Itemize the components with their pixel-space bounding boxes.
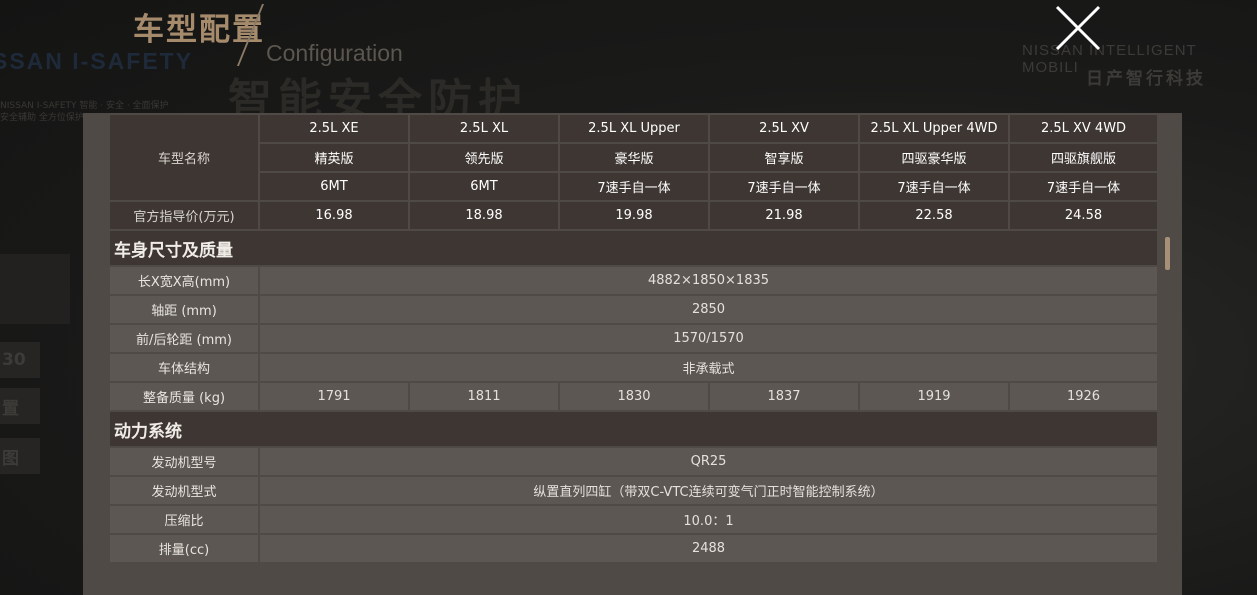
spec-value: 1926 [1008, 381, 1159, 412]
side-button-gallery[interactable]: 图 [0, 438, 40, 474]
model-name-cell: 2.5L XE [258, 113, 410, 144]
brand-logo-cn: 日产智行科技 [1086, 69, 1206, 89]
edition-cell: 四驱豪华版 [858, 142, 1010, 173]
spec-value: 1570/1570 [258, 323, 1159, 354]
spec-table: 车型名称 2.5L XE 2.5L XL 2.5L XL Upper 2.5L … [108, 113, 1159, 564]
transmission-cell: 6MT [258, 171, 410, 202]
transmission-cell: 6MT [408, 171, 560, 202]
spec-value: 1791 [258, 381, 410, 412]
model-name-label: 车型名称 [108, 113, 260, 202]
spec-value: 4882×1850×1835 [258, 265, 1159, 296]
spec-row: 发动机型号 QR25 [108, 446, 1159, 477]
model-name-cell: 2.5L XL Upper [558, 113, 710, 144]
edition-cell: 四驱旗舰版 [1008, 142, 1159, 173]
edition-cell: 豪华版 [558, 142, 710, 173]
spec-label: 整备质量 (kg) [108, 381, 260, 412]
spec-label: 长X宽X高(mm) [108, 265, 260, 296]
spec-label: 排量(cc) [108, 533, 260, 564]
spec-value: 1811 [408, 381, 560, 412]
edition-cell: 智享版 [708, 142, 860, 173]
background-title-en: Configuration [266, 40, 403, 66]
spec-row: 轴距 (mm) 2850 [108, 294, 1159, 325]
edition-row: 精英版 领先版 豪华版 智享版 四驱豪华版 四驱旗舰版 [109, 142, 1159, 173]
section-title-body: 车身尺寸及质量 [108, 229, 1159, 267]
scrollbar-thumb[interactable] [1165, 237, 1170, 270]
spec-value: QR25 [258, 446, 1159, 477]
edition-cell: 精英版 [258, 142, 410, 173]
model-name-cell: 2.5L XV 4WD [1008, 113, 1159, 144]
price-row: 官方指导价(万元) 16.98 18.98 19.98 21.98 22.58 … [108, 200, 1159, 231]
spec-label: 车体结构 [108, 352, 260, 383]
background-safety-text: SSAN I-SAFETY [0, 48, 194, 74]
transmission-cell: 7速手自一体 [1008, 171, 1159, 202]
spec-row: 前/后轮距 (mm) 1570/1570 [108, 323, 1159, 354]
section-header-row: 动力系统 [108, 410, 1159, 448]
side-button-config[interactable]: 置 [0, 388, 40, 424]
transmission-cell: 7速手自一体 [708, 171, 860, 202]
spec-label: 轴距 (mm) [108, 294, 260, 325]
spec-label: 发动机型号 [108, 446, 260, 477]
spec-value: 非承载式 [258, 352, 1159, 383]
model-name-cell: 2.5L XL Upper 4WD [858, 113, 1010, 144]
price-cell: 16.98 [258, 200, 410, 231]
spec-row: 发动机型式 纵置直列四缸（带双C-VTC连续可变气门正时智能控制系统） [108, 475, 1159, 506]
spec-label: 前/后轮距 (mm) [108, 323, 260, 354]
spec-label: 压缩比 [108, 504, 260, 535]
transmission-cell: 7速手自一体 [858, 171, 1010, 202]
price-cell: 19.98 [558, 200, 710, 231]
scrollbar-track[interactable] [1163, 113, 1174, 595]
spec-row: 长X宽X高(mm) 4882×1850×1835 [108, 265, 1159, 296]
spec-label: 发动机型式 [108, 475, 260, 506]
spec-value: 2488 [258, 533, 1159, 564]
spec-modal: 车型名称 2.5L XE 2.5L XL 2.5L XL Upper 2.5L … [83, 113, 1182, 595]
price-cell: 22.58 [858, 200, 1010, 231]
section-header-row: 车身尺寸及质量 [108, 229, 1159, 267]
spec-value: 纵置直列四缸（带双C-VTC连续可变气门正时智能控制系统） [258, 475, 1159, 506]
transmission-cell: 7速手自一体 [558, 171, 710, 202]
spec-row: 压缩比 10.0：1 [108, 504, 1159, 535]
spec-value: 10.0：1 [258, 504, 1159, 535]
close-icon[interactable] [1054, 4, 1102, 52]
small-line: NISSAN I-SAFETY 智能 · 安全 · 全面保护 [0, 101, 169, 111]
spec-value: 2850 [258, 294, 1159, 325]
transmission-row: 6MT 6MT 7速手自一体 7速手自一体 7速手自一体 7速手自一体 [109, 171, 1159, 202]
spec-value: 1919 [858, 381, 1010, 412]
price-cell: 21.98 [708, 200, 860, 231]
spec-row: 车体结构 非承载式 [108, 352, 1159, 383]
background-video-thumbnail [0, 254, 70, 324]
price-label: 官方指导价(万元) [108, 200, 260, 231]
price-cell: 18.98 [408, 200, 560, 231]
price-cell: 24.58 [1008, 200, 1159, 231]
section-title-powertrain: 动力系统 [108, 410, 1159, 448]
model-name-row: 车型名称 2.5L XE 2.5L XL 2.5L XL Upper 2.5L … [108, 113, 1159, 202]
spec-row: 排量(cc) 2488 [108, 533, 1159, 564]
model-name-cell: 2.5L XV [708, 113, 860, 144]
side-button-30[interactable]: 30 [0, 342, 40, 378]
edition-cell: 领先版 [408, 142, 560, 173]
model-name-cell: 2.5L XL [408, 113, 560, 144]
spec-value: 1830 [558, 381, 710, 412]
spec-row: 整备质量 (kg) 1791 1811 1830 1837 1919 1926 [108, 381, 1159, 412]
spec-value: 1837 [708, 381, 860, 412]
